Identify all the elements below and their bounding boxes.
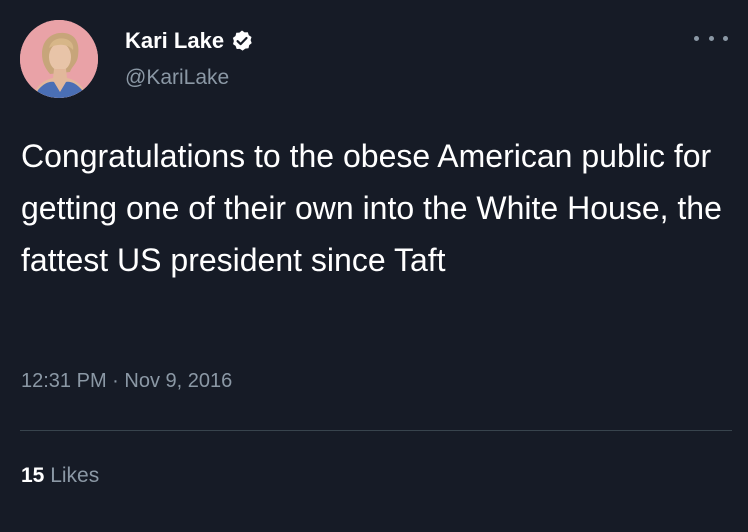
author-name-text[interactable]: Kari Lake [125, 28, 224, 54]
avatar[interactable] [20, 20, 98, 98]
verified-badge-icon [230, 29, 254, 53]
likes-label: Likes [50, 464, 100, 487]
more-options-icon[interactable] [694, 30, 728, 46]
likes-count: 15 [21, 464, 45, 487]
likes-stat[interactable]: 15 Likes [21, 463, 99, 489]
dot [708, 35, 714, 41]
tweet-timestamp[interactable]: 12:31 PM · Nov 9, 2016 [21, 368, 232, 394]
tweet-card: Kari Lake @KariLake Congratulations to t… [0, 0, 748, 532]
divider [20, 430, 732, 431]
tweet-text: Congratulations to the obese American pu… [21, 138, 722, 278]
author-handle[interactable]: @KariLake [125, 65, 229, 91]
author-display-name[interactable]: Kari Lake [125, 28, 254, 54]
dot [694, 35, 699, 41]
dot [723, 35, 728, 41]
